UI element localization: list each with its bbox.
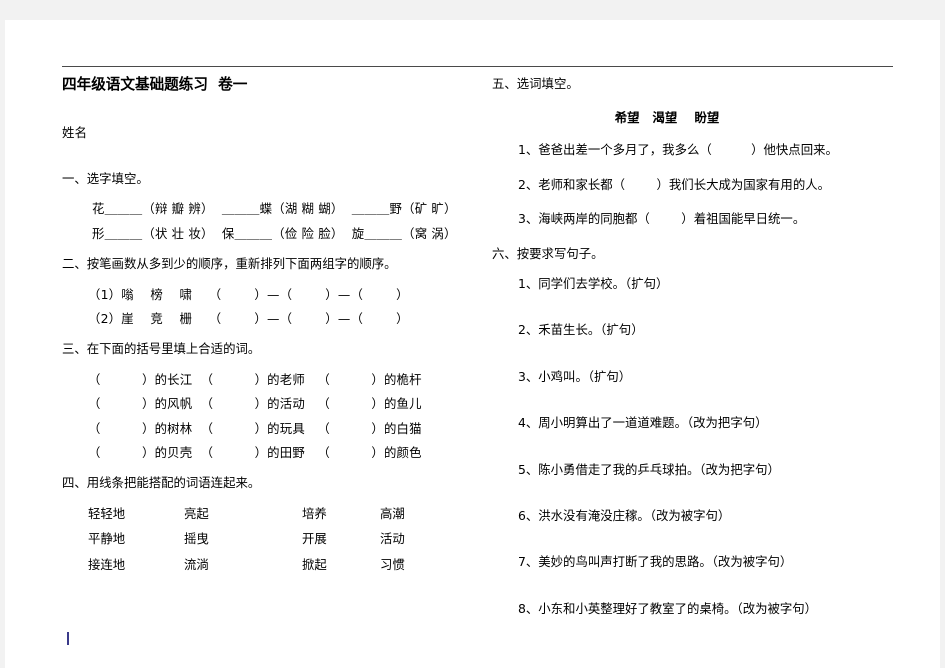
- match-cell[interactable]: 开展: [302, 532, 380, 558]
- match-cell[interactable]: 轻轻地: [88, 507, 184, 533]
- word-matching-table: 轻轻地 亮起 培养 高潮 平静地 摇曳 开展 活动 接连地 流淌 掀起 习惯: [88, 507, 440, 584]
- section-2-heading: 二、按笔画数从多到少的顺序，重新排列下面两组字的顺序。: [62, 256, 397, 272]
- section-1-line-1: 花＿＿＿（辩 瓣 辨） ＿＿＿蝶（湖 糊 蝴） ＿＿＿野（矿 旷）: [92, 201, 457, 217]
- document-page: 四年级语文基础题练习 卷一 姓名 一、选字填空。 花＿＿＿（辩 瓣 辨） ＿＿＿…: [5, 20, 940, 668]
- section-6-item-6: 6、洪水没有淹没庄稼。（改为被字句）: [518, 508, 731, 524]
- section-6-item-8: 8、小东和小英整理好了教室了的桌椅。（改为被字句）: [518, 600, 818, 616]
- match-cell[interactable]: 接连地: [88, 558, 184, 584]
- section-5-item-2: 2、老师和家长都（ ）我们长大成为国家有用的人。: [518, 176, 830, 192]
- table-row: 轻轻地 亮起 培养 高潮: [88, 507, 440, 533]
- section-4-heading: 四、用线条把能搭配的词语连起来。: [62, 475, 261, 491]
- section-5-word-bank: 希望 渴望 盼望: [614, 110, 720, 126]
- match-cell[interactable]: 培养: [302, 507, 380, 533]
- page-title: 四年级语文基础题练习 卷一: [62, 76, 248, 93]
- section-6-item-2: 2、禾苗生长。（扩句）: [518, 322, 644, 338]
- section-3-row-2: （ ）的风帆 （ ）的活动 （ ）的鱼儿: [88, 396, 422, 412]
- match-cell[interactable]: 掀起: [302, 558, 380, 584]
- match-cell[interactable]: 摇曳: [184, 532, 302, 558]
- section-6-heading: 六、按要求写句子。: [492, 245, 604, 261]
- match-cell[interactable]: 活动: [380, 532, 440, 558]
- section-6-item-4: 4、周小明算出了一道道难题。（改为把字句）: [518, 415, 768, 431]
- section-3-row-4: （ ）的贝壳 （ ）的田野 （ ）的颜色: [88, 445, 422, 461]
- section-3-heading: 三、在下面的括号里填上合适的词。: [62, 341, 261, 357]
- table-row: 接连地 流淌 掀起 习惯: [88, 558, 440, 584]
- section-6-item-5: 5、陈小勇借走了我的乒乓球拍。（改为把字句）: [518, 461, 780, 477]
- match-cell[interactable]: 平静地: [88, 532, 184, 558]
- right-column: 五、选词填空。 希望 渴望 盼望 1、爸爸出差一个多月了，我多么（ ）他快点回来…: [492, 76, 922, 616]
- table-row: 平静地 摇曳 开展 活动: [88, 532, 440, 558]
- text-cursor: [67, 632, 69, 645]
- section-1-heading: 一、选字填空。: [62, 171, 149, 186]
- section-2-line-1: （1）嗡 榜 啸 （ ）—（ ）—（ ）: [88, 286, 409, 302]
- section-5-item-3: 3、海峡两岸的同胞都（ ）着祖国能早日统一。: [518, 211, 806, 227]
- section-3-row-3: （ ）的树林 （ ）的玩具 （ ）的白猫: [88, 420, 422, 436]
- section-5-heading: 五、选词填空。: [492, 76, 579, 91]
- section-6-item-3: 3、小鸡叫。（扩句）: [518, 368, 632, 384]
- section-3-row-1: （ ）的长江 （ ）的老师 （ ）的桅杆: [88, 371, 422, 387]
- section-1-line-2: 形＿＿＿（状 壮 妆） 保＿＿＿（俭 险 脸） 旋＿＿＿（窝 涡）: [92, 225, 457, 241]
- name-field-label: 姓名: [62, 124, 88, 140]
- match-cell[interactable]: 高潮: [380, 507, 440, 533]
- section-6-item-1: 1、同学们去学校。（扩句）: [518, 276, 669, 292]
- left-column: 四年级语文基础题练习 卷一 姓名 一、选字填空。 花＿＿＿（辩 瓣 辨） ＿＿＿…: [62, 76, 482, 584]
- match-cell[interactable]: 习惯: [380, 558, 440, 584]
- match-cell[interactable]: 亮起: [184, 507, 302, 533]
- section-2-line-2: （2）崖 竞 栅 （ ）—（ ）—（ ）: [88, 311, 409, 327]
- section-6-item-7: 7、美妙的鸟叫声打断了我的思路。（改为被字句）: [518, 554, 793, 570]
- section-5-item-1: 1、爸爸出差一个多月了，我多么（ ）他快点回来。: [518, 142, 838, 158]
- match-cell[interactable]: 流淌: [184, 558, 302, 584]
- header-divider: [62, 66, 893, 67]
